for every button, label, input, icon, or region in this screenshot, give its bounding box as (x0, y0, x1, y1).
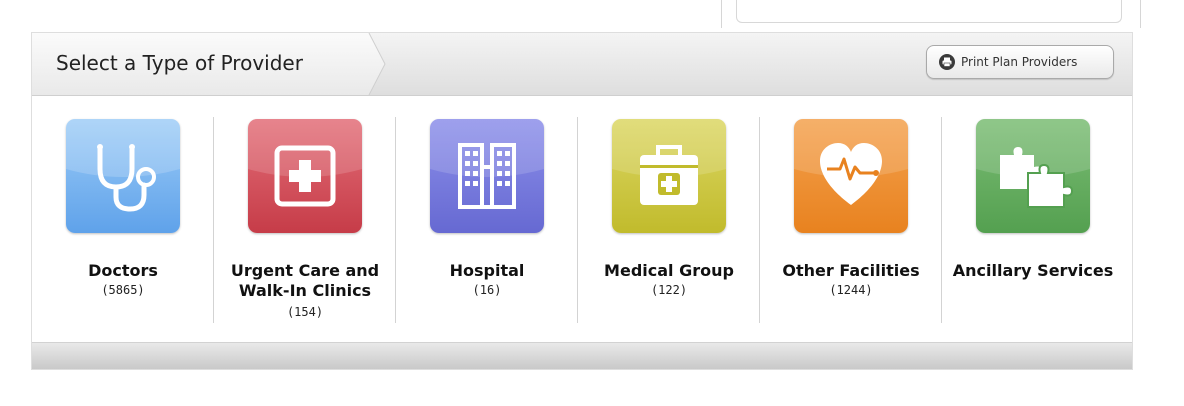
provider-count: (154) (286, 305, 324, 319)
print-button-label: Print Plan Providers (961, 55, 1078, 69)
provider-medical-group[interactable]: Medical Group (122) (578, 95, 760, 339)
provider-title: Medical Group (604, 261, 734, 280)
stethoscope-icon (66, 119, 180, 212)
page-title: Select a Type of Provider (56, 51, 303, 75)
breadcrumb-arrow (365, 33, 386, 95)
provider-title: Ancillary Services (952, 261, 1114, 280)
provider-type-panel: Select a Type of Provider Print Plan Pro… (31, 32, 1133, 370)
provider-urgent-care[interactable]: Urgent Care and Walk-In Clinics (154) (214, 95, 396, 339)
other-facilities-tile (794, 119, 908, 233)
medical-group-tile (612, 119, 726, 233)
provider-ancillary-services[interactable]: Ancillary Services (942, 95, 1124, 339)
hospital-building-icon (430, 119, 544, 209)
medical-cross-icon (248, 119, 362, 207)
medical-kit-icon (612, 119, 726, 205)
provider-title: Other Facilities (782, 261, 920, 280)
provider-other-facilities[interactable]: Other Facilities (1244) (760, 95, 942, 339)
print-plan-providers-button[interactable]: Print Plan Providers (926, 45, 1114, 79)
provider-count: (5865) (101, 283, 145, 297)
provider-hospital[interactable]: Hospital (16) (396, 95, 578, 339)
urgent-care-tile (248, 119, 362, 233)
ancillary-services-tile (976, 119, 1090, 233)
provider-doctors[interactable]: Doctors (5865) (32, 95, 214, 339)
provider-title: Hospital (449, 261, 525, 280)
provider-count: (16) (472, 283, 502, 297)
provider-grid: Doctors (5865) Urgent Care and Walk-In C… (32, 95, 1132, 339)
previous-panel-edge (721, 0, 1141, 28)
doctors-tile (66, 119, 180, 233)
provider-title: Doctors (88, 261, 158, 280)
printer-icon (939, 54, 955, 70)
hospital-tile (430, 119, 544, 233)
heart-pulse-icon (794, 119, 908, 205)
puzzle-pieces-icon (976, 119, 1090, 208)
previous-panel-box (736, 0, 1122, 23)
panel-footer (32, 342, 1132, 369)
provider-count: (1244) (829, 283, 873, 297)
panel-header: Select a Type of Provider Print Plan Pro… (32, 33, 1132, 96)
provider-count: (122) (650, 283, 688, 297)
provider-title: Urgent Care and Walk-In Clinics (230, 261, 380, 300)
